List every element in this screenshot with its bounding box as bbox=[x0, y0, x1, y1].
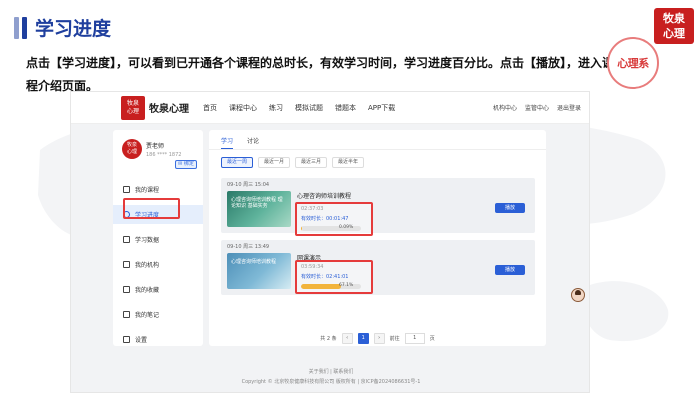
course-effective-duration: 有效时长：02:41:01 bbox=[301, 274, 349, 280]
next-page-button[interactable]: › bbox=[373, 333, 385, 344]
nav-practice[interactable]: 练习 bbox=[269, 103, 283, 113]
sidebar-item-label: 我的课程 bbox=[135, 187, 160, 194]
thumbnail-caption: 心理咨询师培训教程 理论知识 基础实务 bbox=[231, 197, 283, 209]
course-stats-highlight: 03:59:34 有效时长：02:41:01 67.1% bbox=[295, 260, 373, 294]
avatar-line-1: 牧泉 bbox=[126, 142, 137, 148]
sidebar-item-label: 设置 bbox=[135, 337, 148, 344]
sidebar-item-learning-data[interactable]: 学习数据 bbox=[113, 230, 203, 249]
course-total-duration: 03:59:34 bbox=[301, 264, 324, 270]
site-brand: 牧泉心理 bbox=[149, 104, 189, 115]
progress-tabs: 学习 讨论 bbox=[209, 130, 546, 150]
gear-icon bbox=[123, 336, 130, 343]
title-bars-icon bbox=[14, 16, 27, 39]
course-title[interactable]: 心理咨询师培训教程 bbox=[297, 191, 351, 200]
progress-percent: 67.1% bbox=[339, 283, 354, 288]
play-button[interactable]: 播放 bbox=[495, 265, 525, 275]
embedded-screenshot: 牧泉 心理 牧泉心理 首页 课程中心 练习 模拟试题 错题本 APP下载 机构中… bbox=[70, 91, 590, 393]
brand-line-2: 心理 bbox=[663, 27, 685, 40]
note-icon bbox=[123, 311, 130, 318]
site-logo[interactable]: 牧泉 心理 bbox=[121, 95, 145, 120]
highlight-frame-menu bbox=[123, 198, 180, 219]
progress-panel: 学习 讨论 最近一周 最近一月 最近三月 最近半年 09-10 周三 15:04… bbox=[209, 130, 546, 346]
thumbnail-caption: 心理咨询师培训教程 bbox=[231, 259, 277, 265]
course-thumbnail[interactable]: 心理咨询师培训教程 理论知识 基础实务 bbox=[227, 191, 291, 227]
progress-percent: 0.09% bbox=[339, 225, 354, 230]
footer-links[interactable]: 关于我们 | 联系我们 bbox=[71, 367, 589, 377]
nav-home[interactable]: 首页 bbox=[203, 103, 217, 113]
avatar-line-2: 心理 bbox=[126, 149, 137, 155]
tab-study[interactable]: 学习 bbox=[221, 136, 234, 149]
progress-fill bbox=[301, 284, 342, 289]
site-footer: 关于我们 | 联系我们 Copyright © 北京牧泉健康科技有限公司 版权所… bbox=[71, 367, 589, 387]
customer-service-icon[interactable] bbox=[571, 288, 585, 302]
sidebar-item-settings[interactable]: 设置 bbox=[113, 330, 203, 349]
top-navigation: 牧泉 心理 牧泉心理 首页 课程中心 练习 模拟试题 错题本 APP下载 机构中… bbox=[71, 92, 589, 124]
nav-course-center[interactable]: 课程中心 bbox=[229, 103, 257, 113]
sidebar-item-my-notes[interactable]: 我的笔记 bbox=[113, 305, 203, 324]
course-stats-highlight: 02:37:03 有效时长：00:01:47 0.09% bbox=[295, 202, 373, 236]
pagination: 共 2 条 ‹ 1 › 前往 1 页 bbox=[209, 333, 546, 344]
nav-app-download[interactable]: APP下载 bbox=[368, 103, 395, 113]
play-button[interactable]: 播放 bbox=[495, 203, 525, 213]
user-name: 贾老师 bbox=[146, 142, 165, 150]
badge-text: 心理系 bbox=[617, 57, 649, 70]
page-1-button[interactable]: 1 bbox=[357, 333, 369, 344]
filter-last-week[interactable]: 最近一周 bbox=[221, 157, 254, 168]
course-total-duration: 02:37:03 bbox=[301, 206, 324, 212]
nav-right-links: 机构中心 监管中心 退出登录 bbox=[493, 103, 581, 112]
brand-line-1: 牧泉 bbox=[663, 12, 685, 25]
page-unit-label: 页 bbox=[429, 336, 435, 342]
user-profile: 牧泉 心理 贾老师 186 **** 1872 bbox=[113, 130, 203, 159]
time-filters: 最近一周 最近一月 最近三月 最近半年 bbox=[209, 150, 546, 168]
filter-last-month[interactable]: 最近一月 bbox=[258, 157, 291, 168]
bind-button[interactable]: ✉ 绑定 bbox=[175, 160, 197, 169]
slide-title-bar: 学习进度 bbox=[14, 14, 111, 41]
course-card: 09-10 周三 15:04 心理咨询师培训教程 理论知识 基础实务 心理咨询师… bbox=[221, 178, 535, 236]
course-thumbnail[interactable]: 心理咨询师培训教程 bbox=[227, 253, 291, 289]
logo-line-2: 心理 bbox=[126, 107, 139, 115]
sidebar-item-label: 学习数据 bbox=[135, 237, 160, 244]
filter-last-half-year[interactable]: 最近半年 bbox=[332, 157, 365, 168]
nav-org-center[interactable]: 机构中心 bbox=[493, 103, 517, 112]
slide-title: 学习进度 bbox=[35, 18, 112, 40]
nav-mock-exam[interactable]: 模拟试题 bbox=[295, 103, 323, 113]
pagination-total: 共 2 条 bbox=[320, 336, 337, 342]
sidebar-item-label: 我的收藏 bbox=[135, 287, 160, 294]
prev-page-button[interactable]: ‹ bbox=[341, 333, 353, 344]
sidebar-item-label: 我的机构 bbox=[135, 262, 160, 269]
avatar[interactable]: 牧泉 心理 bbox=[122, 139, 142, 159]
nav-supervision-center[interactable]: 监管中心 bbox=[525, 103, 549, 112]
star-icon bbox=[123, 286, 130, 293]
sidebar-item-my-courses[interactable]: 我的课程 bbox=[113, 180, 203, 199]
footer-copyright: Copyright © 北京牧泉健康科技有限公司 版权所有 | 京ICP备202… bbox=[241, 379, 421, 385]
user-phone: 186 **** 1872 bbox=[146, 151, 182, 158]
course-date: 09-10 周三 15:04 bbox=[227, 182, 270, 188]
sidebar-item-my-favorites[interactable]: 我的收藏 bbox=[113, 280, 203, 299]
page-input[interactable]: 1 bbox=[404, 333, 425, 344]
building-icon bbox=[123, 261, 130, 268]
goto-label: 前往 bbox=[389, 336, 400, 342]
nav-logout[interactable]: 退出登录 bbox=[557, 103, 581, 112]
sidebar-item-my-organization[interactable]: 我的机构 bbox=[113, 255, 203, 274]
chart-icon bbox=[123, 236, 130, 243]
filter-last-three-months[interactable]: 最近三月 bbox=[295, 157, 328, 168]
logo-line-1: 牧泉 bbox=[126, 99, 139, 107]
brand-logo: 牧泉 心理 bbox=[654, 8, 694, 44]
sidebar-item-label: 我的笔记 bbox=[135, 312, 160, 319]
psychology-badge: 心理系 bbox=[607, 37, 659, 89]
nav-wrong-questions[interactable]: 错题本 bbox=[335, 103, 356, 113]
course-date: 09-10 周三 13:49 bbox=[227, 244, 270, 250]
sidebar: 牧泉 心理 贾老师 186 **** 1872 ✉ 绑定 我的课程 学习进度 学… bbox=[113, 130, 203, 346]
course-card: 09-10 周三 13:49 心理咨询师培训教程 网课演示 03:59:34 有… bbox=[221, 240, 535, 295]
course-effective-duration: 有效时长：00:01:47 bbox=[301, 216, 349, 222]
tab-discussion[interactable]: 讨论 bbox=[247, 136, 259, 149]
book-icon bbox=[123, 186, 130, 193]
